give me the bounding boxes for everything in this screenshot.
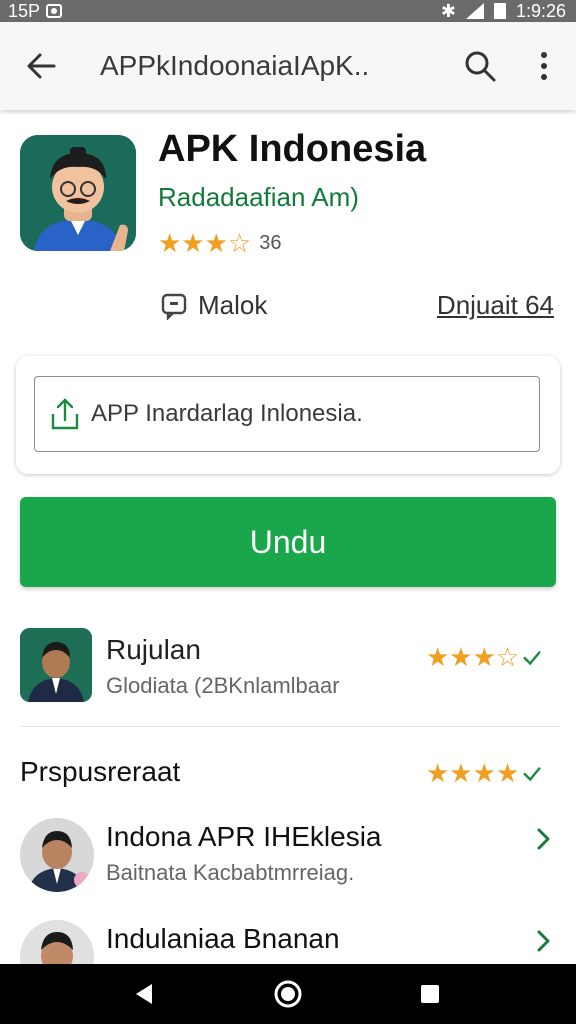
section-stars: ★★★★	[426, 758, 520, 788]
person-avatar-icon	[20, 818, 94, 892]
list-item-title[interactable]: Indona APR IHEklesia	[106, 821, 382, 853]
install-button[interactable]: Undu	[20, 497, 556, 587]
message-icon	[161, 293, 187, 320]
system-nav-bar	[0, 964, 576, 1024]
status-time-left: 15P	[8, 1, 41, 21]
signal-icon	[465, 3, 484, 19]
app-icon-illustration	[20, 135, 136, 251]
nav-home-icon[interactable]	[274, 980, 302, 1008]
related-avatar[interactable]	[20, 628, 92, 702]
nav-back-icon[interactable]	[132, 982, 156, 1006]
battery-icon	[493, 3, 506, 19]
search-icon[interactable]	[462, 48, 498, 84]
app-name-field-text: APP Inardarlag Inlonesia.	[91, 400, 363, 427]
nav-recents-icon[interactable]	[420, 984, 440, 1004]
back-arrow-icon[interactable]	[24, 48, 60, 84]
description-card: APP Inardarlag Inlonesia.	[16, 356, 560, 474]
related-subtitle: Glodiata (2BKnlamlbaar	[106, 673, 340, 698]
app-title: APK Indonesia	[158, 128, 427, 170]
status-right: ✱ 1:9:26	[441, 0, 566, 22]
status-bar: 15P ✱ 1:9:26	[0, 0, 576, 22]
status-left: 15P	[8, 0, 63, 22]
app-bar: APPkIndoonaiaIApK..	[0, 22, 576, 110]
related-title[interactable]: Rujulan	[106, 634, 201, 666]
related-rating: ★★★☆	[426, 642, 543, 673]
section-rating: ★★★★	[426, 758, 543, 789]
meta-left-label: Malok	[198, 290, 268, 320]
divider	[20, 726, 560, 727]
person-avatar-icon	[20, 628, 92, 702]
list-item-subtitle: Baitnata Kacbabtmrreiag.	[106, 860, 355, 885]
app-icon	[20, 135, 136, 251]
meta-left[interactable]: Malok	[160, 290, 267, 321]
more-vert-icon[interactable]	[528, 48, 560, 84]
check-icon	[523, 766, 541, 781]
app-bar-title: APPkIndoonaiaIApK..	[100, 50, 370, 81]
developer-name[interactable]: Radadaafian Am)	[158, 182, 359, 213]
rating-count: 36	[259, 232, 282, 254]
list-avatar[interactable]	[20, 818, 94, 892]
share-upload-icon	[51, 398, 79, 430]
bluetooth-icon: ✱	[440, 1, 456, 21]
app-rating: ★★★☆ 36	[158, 228, 281, 259]
meta-right-link[interactable]: Dnjuait 64	[437, 290, 554, 321]
rating-stars: ★★★☆	[158, 228, 252, 258]
status-time-right: 1:9:26	[515, 1, 566, 21]
related-stars: ★★★☆	[426, 642, 520, 672]
camera-notification-icon	[46, 4, 63, 18]
check-icon	[523, 650, 541, 665]
chevron-right-icon[interactable]	[530, 826, 556, 852]
list-item-title[interactable]: Indulaniaa Bnanan	[106, 923, 340, 955]
app-name-field[interactable]: APP Inardarlag Inlonesia.	[34, 376, 540, 452]
chevron-right-icon[interactable]	[530, 928, 556, 954]
section-title: Prspusreraat	[20, 756, 181, 787]
